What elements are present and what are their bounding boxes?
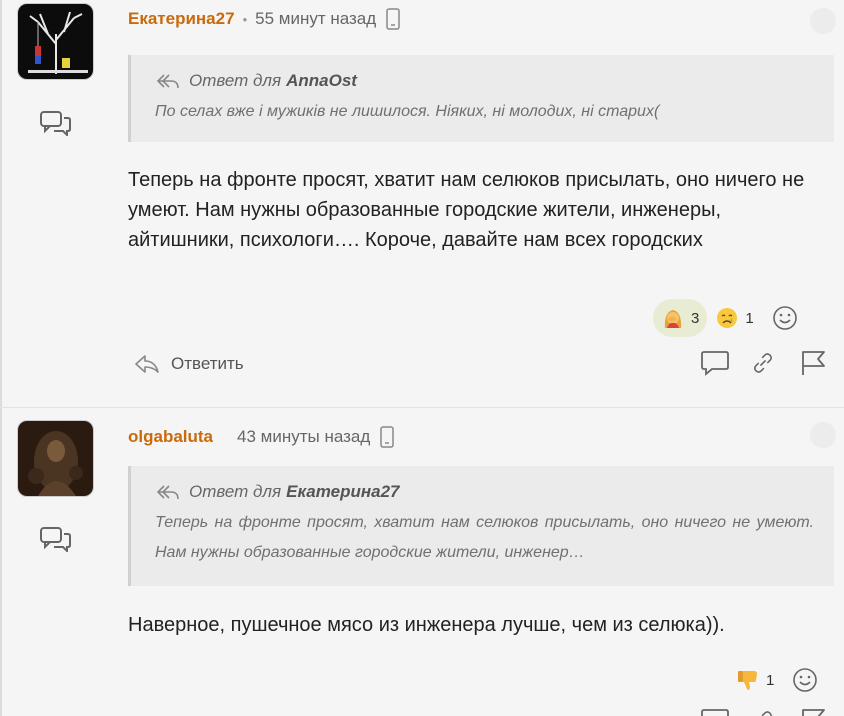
thumbs-down-icon: [738, 671, 757, 690]
comment: Екатерина27 • 55 минут назад Ответ для A…: [0, 0, 844, 407]
flag-icon[interactable]: [798, 708, 828, 716]
quote-text: Теперь на фронте просят, хватит нам селю…: [155, 514, 814, 561]
reply-to-line: Ответ для Екатерина27: [155, 480, 814, 504]
reply-arrow-icon: [135, 355, 159, 373]
link-icon[interactable]: [750, 708, 776, 716]
separator: •: [242, 11, 248, 27]
thread-line: [0, 0, 2, 407]
comment-tools: [700, 350, 828, 376]
link-icon[interactable]: [750, 350, 776, 376]
reply-label: Ответить: [171, 354, 244, 373]
reaction-count: 1: [766, 671, 775, 689]
timestamp[interactable]: 43 минуты назад: [237, 427, 370, 447]
add-reaction-smiley-icon[interactable]: [772, 305, 798, 331]
add-reaction-smiley-icon[interactable]: [792, 667, 818, 693]
reactions-bar: 1: [728, 661, 818, 699]
comment-tools: [700, 708, 828, 716]
reaction-count: 1: [745, 309, 754, 327]
reply-prefix: Ответ для: [189, 71, 282, 90]
crying-face-icon: [717, 308, 738, 328]
woman-facepalming-icon: [664, 310, 682, 328]
reactions-bar: 3 1: [653, 299, 798, 337]
avatar[interactable]: [17, 420, 94, 497]
chat-bubbles-icon[interactable]: [40, 110, 72, 136]
reply-button[interactable]: Ответить: [133, 353, 244, 375]
reaction-crying-face[interactable]: 1: [707, 299, 761, 337]
mobile-phone-icon: [386, 8, 400, 30]
comment-bubble-icon[interactable]: [700, 350, 730, 376]
author-name[interactable]: Екатерина27: [128, 9, 235, 29]
avatar[interactable]: [17, 3, 94, 80]
chat-bubbles-icon[interactable]: [40, 526, 72, 552]
comment: olgabaluta 43 минуты назад Ответ для Ека…: [0, 407, 844, 716]
reply-arrow-icon: [156, 485, 179, 500]
reaction-woman-facepalming[interactable]: 3: [653, 299, 708, 337]
comment-actions: Ответить: [133, 349, 244, 379]
comment-body: Теперь на фронте просят, хватит нам селю…: [128, 169, 805, 251]
comment-menu-button[interactable]: [810, 422, 836, 448]
comment-header: olgabaluta 43 минуты назад: [128, 425, 395, 449]
reply-to-author[interactable]: Екатерина27: [286, 482, 399, 502]
reaction-thumbs-down[interactable]: 1: [728, 661, 782, 699]
mobile-phone-icon: [380, 426, 395, 448]
author-name[interactable]: olgabaluta: [128, 427, 213, 447]
comment-bubble-icon[interactable]: [700, 708, 730, 716]
reply-to-line: Ответ для AnnaOst: [155, 69, 814, 93]
comment-body: Наверное, пушечное мясо из инженера лучш…: [128, 614, 725, 636]
timestamp[interactable]: 55 минут назад: [255, 9, 376, 29]
quoted-reply[interactable]: Ответ для AnnaOst По селах вже і мужиків…: [128, 55, 834, 142]
quote-text: По селах вже і мужиків не лишилося. Ніяк…: [155, 103, 660, 120]
comment-menu-button[interactable]: [810, 8, 836, 34]
flag-icon[interactable]: [798, 350, 828, 376]
reaction-count: 3: [691, 309, 700, 327]
reply-to-author[interactable]: AnnaOst: [286, 71, 357, 91]
reply-prefix: Ответ для: [189, 482, 282, 501]
thread-line: [0, 408, 2, 716]
quoted-reply[interactable]: Ответ для Екатерина27 Теперь на фронте п…: [128, 466, 834, 586]
reply-arrow-icon: [156, 74, 179, 89]
comment-header: Екатерина27 • 55 минут назад: [128, 7, 400, 31]
